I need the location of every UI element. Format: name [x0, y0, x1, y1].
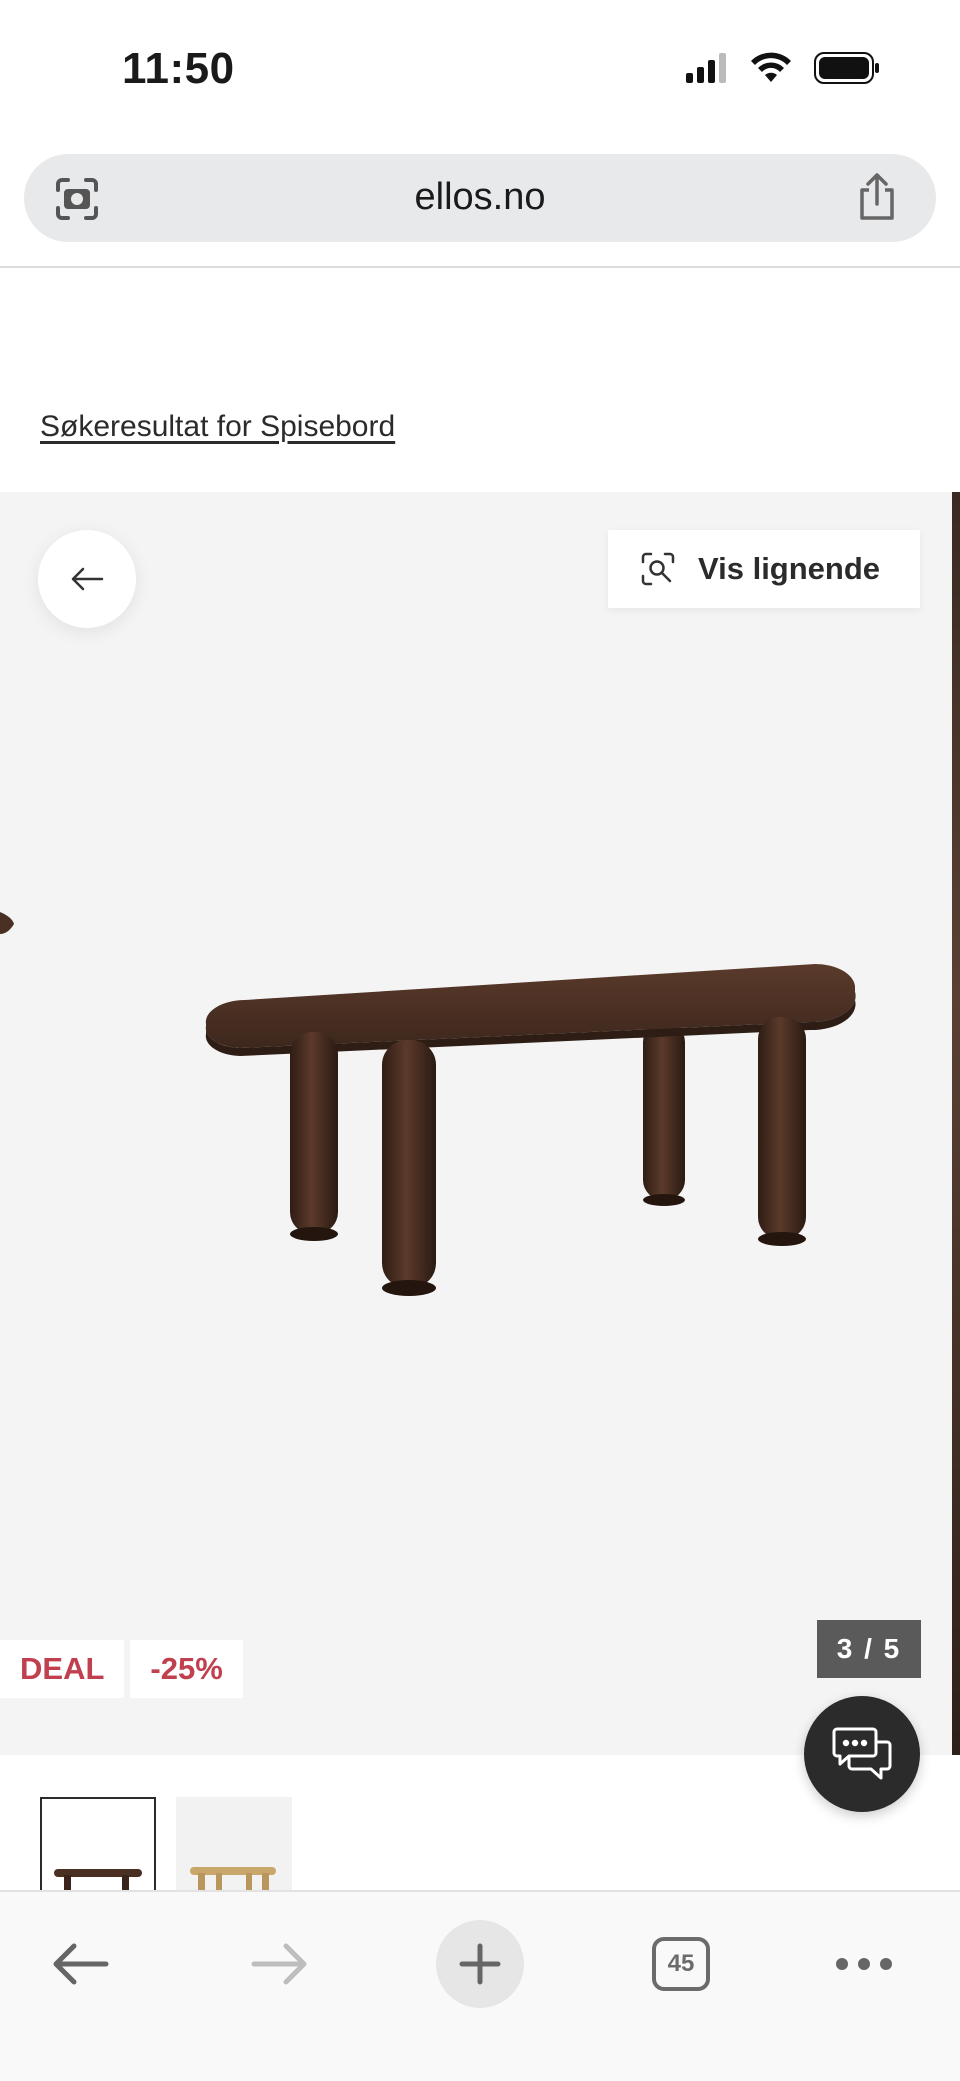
nav-forward-button[interactable]: [240, 1920, 320, 2008]
back-icon: [53, 1943, 109, 1985]
new-tab-circle: [436, 1920, 524, 2008]
status-bar: 11:50: [0, 0, 960, 140]
browser-toolbar: 45: [0, 1890, 960, 2081]
tabs-button[interactable]: 45: [650, 1920, 712, 2008]
thumbnail-dark-table[interactable]: [40, 1797, 156, 1893]
thumbnail-light-table[interactable]: [176, 1797, 292, 1893]
discount-badge: -25%: [130, 1640, 243, 1698]
visual-search-icon: [641, 552, 675, 586]
gallery-back-button[interactable]: [38, 530, 136, 628]
signal-icon: [686, 53, 726, 83]
address-bar[interactable]: ellos.no: [24, 154, 936, 242]
battery-icon: [814, 52, 879, 84]
status-time: 11:50: [122, 44, 235, 93]
nav-back-button[interactable]: [40, 1920, 120, 2008]
show-similar-label: Vis lignende: [698, 551, 881, 586]
share-icon[interactable]: [854, 172, 900, 222]
chat-button[interactable]: [804, 1696, 920, 1812]
status-icons: [686, 52, 880, 84]
thumbnail-light-table-image: [190, 1867, 276, 1893]
breadcrumb-search-results[interactable]: Søkeresultat for Spisebord: [40, 410, 395, 444]
thumbnail-strip: [40, 1797, 292, 1893]
plus-icon: [459, 1943, 501, 1985]
product-image-gallery[interactable]: Vis lignende DEAL -25% 3 / 5: [0, 492, 960, 1755]
thumbnail-dark-table-image: [54, 1869, 142, 1891]
arrow-left-icon: [71, 567, 104, 591]
show-similar-button[interactable]: Vis lignende: [608, 530, 920, 608]
forward-icon: [251, 1943, 307, 1985]
more-icon: [836, 1958, 892, 1970]
chat-icon: [832, 1727, 892, 1780]
url-text[interactable]: ellos.no: [24, 176, 936, 219]
deal-badge: DEAL: [0, 1640, 125, 1698]
tab-count: 45: [652, 1937, 710, 1991]
product-image-dining-table: [0, 912, 856, 1296]
image-counter: 3 / 5: [817, 1620, 921, 1678]
product-badges: DEAL -25%: [0, 1640, 243, 1698]
wifi-icon: [751, 52, 791, 82]
browser-divider: [0, 266, 960, 268]
new-tab-button[interactable]: [436, 1920, 524, 2008]
more-button[interactable]: [832, 1920, 896, 2008]
